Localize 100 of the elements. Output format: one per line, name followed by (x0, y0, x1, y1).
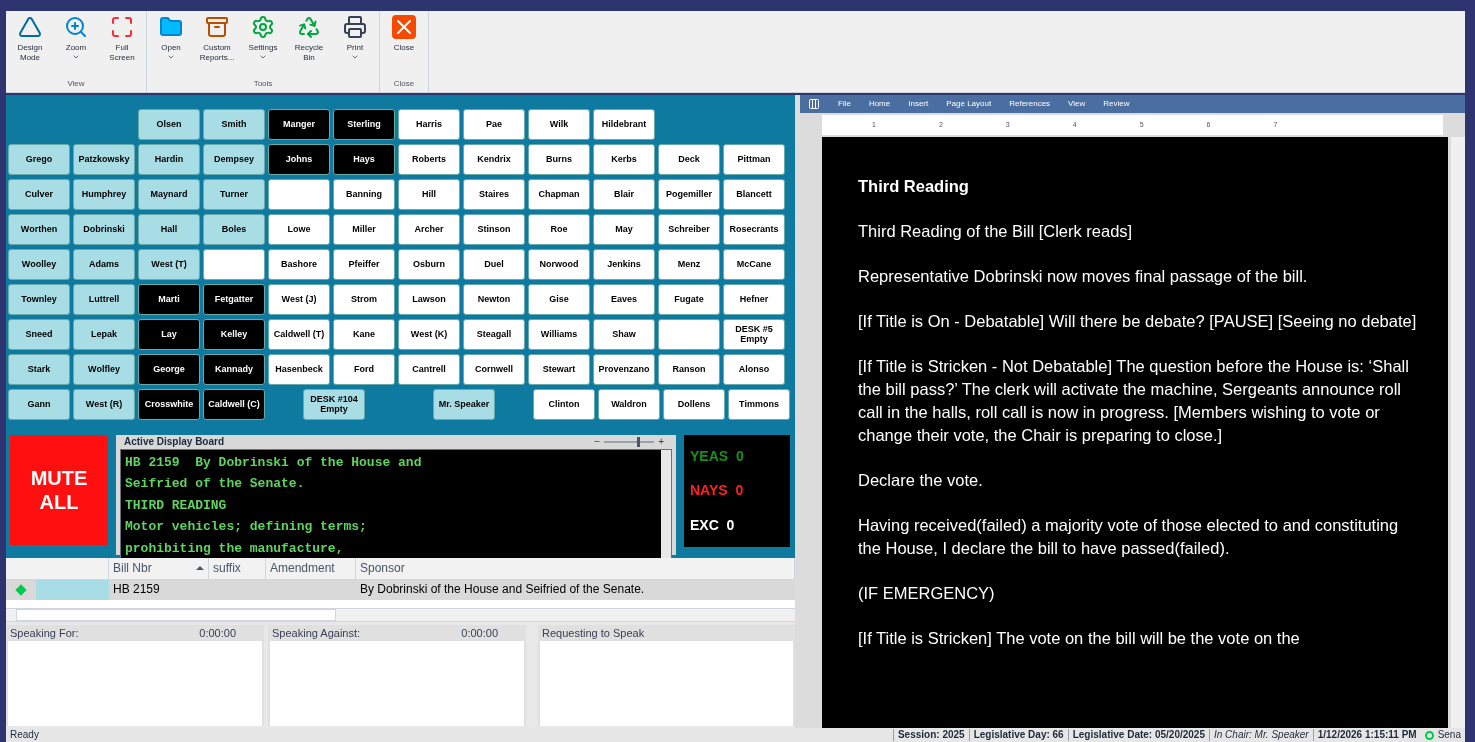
seat-button[interactable]: Cantrell (398, 353, 460, 385)
seat-button[interactable]: Fetgatter (203, 283, 265, 315)
seat-button[interactable]: Banning (333, 178, 395, 210)
seat-button[interactable]: Menz (658, 248, 720, 280)
seat-button[interactable]: Dobrinski (73, 213, 135, 245)
layout-icon[interactable] (808, 97, 820, 110)
seat-button[interactable]: Eaves (593, 283, 655, 315)
toolbar-button[interactable]: Close (384, 15, 424, 78)
slider-thumb[interactable] (637, 436, 641, 447)
seat-button[interactable]: West (J) (268, 283, 330, 315)
menu-item[interactable]: File (838, 97, 851, 110)
column-header[interactable]: Amendment (266, 557, 356, 579)
seat-button[interactable]: Dempsey (203, 143, 265, 175)
seat-button[interactable]: Gise (528, 283, 590, 315)
seat-button[interactable]: Hall (138, 213, 200, 245)
seat-button[interactable]: Kendrix (463, 143, 525, 175)
seat-button[interactable]: Maynard (138, 178, 200, 210)
seat-button[interactable]: Jenkins (593, 248, 655, 280)
seat-button[interactable]: Chapman (528, 178, 590, 210)
menu-item[interactable]: Page Layout (946, 97, 992, 110)
menu-item[interactable]: Insert (908, 97, 929, 110)
seat-button[interactable]: Kannady (203, 353, 265, 385)
seat-button[interactable]: Adams (73, 248, 135, 280)
menu-item[interactable]: References (1009, 97, 1051, 110)
seat-button[interactable]: Worthen (8, 213, 70, 245)
seat-button[interactable]: Norwood (528, 248, 590, 280)
mute-all-button[interactable]: MUTE ALL (10, 434, 108, 545)
seat-button[interactable]: Roe (528, 213, 590, 245)
seat-button[interactable] (203, 248, 265, 280)
seat-button[interactable]: Caldwell (C) (203, 388, 265, 420)
seat-button[interactable]: Hildebrant (593, 108, 655, 140)
seat-button[interactable]: Boles (203, 213, 265, 245)
seat-button[interactable]: Waldron (598, 388, 660, 420)
toolbar-button[interactable]: Recycle Bin (289, 15, 329, 78)
column-header[interactable]: suffix (209, 557, 266, 579)
seat-button[interactable]: Alonso (723, 353, 785, 385)
toolbar-button[interactable]: Zoom (56, 15, 96, 78)
seat-button[interactable]: Manger (268, 108, 330, 140)
seat-button[interactable]: Lay (138, 318, 200, 350)
seat-button[interactable]: Grego (8, 143, 70, 175)
seat-button[interactable]: Stinson (463, 213, 525, 245)
seat-button[interactable]: Pae (463, 108, 525, 140)
seat-button[interactable]: McCane (723, 248, 785, 280)
seat-button[interactable]: Archer (398, 213, 460, 245)
seat-button[interactable]: May (593, 213, 655, 245)
seat-button[interactable]: Fugate (658, 283, 720, 315)
seat-button[interactable]: Pfeiffer (333, 248, 395, 280)
toolbar-button[interactable]: Custom Reports... (197, 15, 237, 78)
seat-button[interactable]: Caldwell (T) (268, 318, 330, 350)
seat-button[interactable]: Sterling (333, 108, 395, 140)
seat-button[interactable]: West (T) (138, 248, 200, 280)
seat-button[interactable]: Pogemiller (658, 178, 720, 210)
seat-button[interactable]: Williams (528, 318, 590, 350)
menu-item[interactable]: View (1068, 97, 1086, 110)
seat-button[interactable]: Roberts (398, 143, 460, 175)
seat-button[interactable]: Culver (8, 178, 70, 210)
column-header[interactable]: Bill Nbr (109, 557, 209, 579)
seat-button[interactable] (658, 318, 720, 350)
seat-button[interactable]: Hill (398, 178, 460, 210)
seat-button[interactable]: DESK #5 Empty (723, 318, 785, 350)
seat-button[interactable]: Lawson (398, 283, 460, 315)
seat-button[interactable]: Humphrey (73, 178, 135, 210)
seat-button[interactable]: Marti (138, 283, 200, 315)
seat-button[interactable]: Kerbs (593, 143, 655, 175)
seat-button[interactable]: George (138, 353, 200, 385)
seat-button[interactable]: Shaw (593, 318, 655, 350)
seat-button[interactable]: Bashore (268, 248, 330, 280)
seat-button[interactable]: Stewart (528, 353, 590, 385)
menu-item[interactable]: Review (1103, 97, 1130, 110)
seat-button[interactable]: Turner (203, 178, 265, 210)
seat-button[interactable]: Smith (203, 108, 265, 140)
toolbar-button[interactable]: Open (151, 15, 191, 78)
seat-button[interactable]: Staires (463, 178, 525, 210)
seat-button[interactable]: Osburn (398, 248, 460, 280)
seat-button[interactable]: Stark (8, 353, 70, 385)
toolbar-button[interactable]: Design Mode (10, 15, 50, 78)
seat-button[interactable]: DESK #104 Empty (303, 388, 365, 420)
seat-button[interactable]: Provenzano (593, 353, 655, 385)
seat-button[interactable]: Sneed (8, 318, 70, 350)
seat-button[interactable]: Harris (398, 108, 460, 140)
seat-button[interactable]: Gann (8, 388, 70, 420)
seat-button[interactable]: West (R) (73, 388, 135, 420)
seat-button[interactable]: Luttrell (73, 283, 135, 315)
seat-button[interactable]: Wolfley (73, 353, 135, 385)
zoom-in-button[interactable]: + (654, 434, 668, 450)
toolbar-button[interactable]: Print (335, 15, 375, 78)
seat-button[interactable]: Hefner (723, 283, 785, 315)
seat-button[interactable]: Lepak (73, 318, 135, 350)
seat-button[interactable]: Olsen (138, 108, 200, 140)
seat-button[interactable]: Duel (463, 248, 525, 280)
seat-button[interactable]: Ford (333, 353, 395, 385)
seat-button[interactable]: Timmons (728, 388, 790, 420)
menu-item[interactable]: Home (868, 97, 891, 110)
seat-button[interactable]: Johns (268, 143, 330, 175)
zoom-out-button[interactable]: − (590, 434, 605, 450)
seat-button[interactable] (268, 178, 330, 210)
seat-button[interactable]: Steagall (463, 318, 525, 350)
toolbar-button[interactable]: Settings (243, 15, 283, 78)
seat-button[interactable]: Burns (528, 143, 590, 175)
seat-button[interactable]: Schreiber (658, 213, 720, 245)
